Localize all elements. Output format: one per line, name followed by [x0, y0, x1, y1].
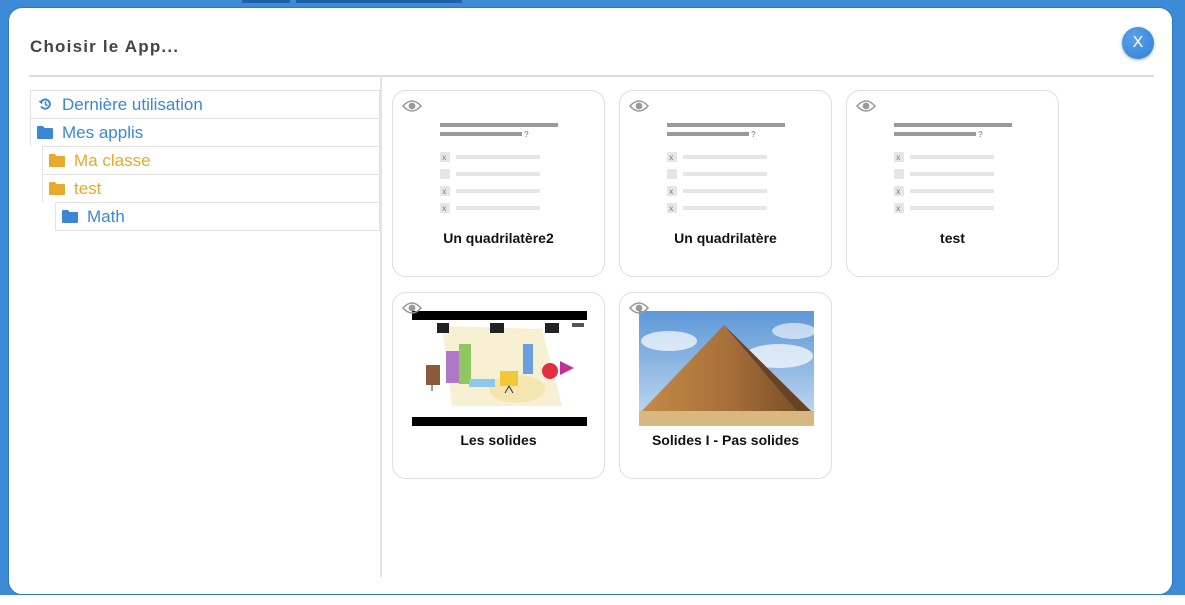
app-name: Un quadrilatère2	[443, 230, 554, 246]
svg-text:?: ?	[524, 130, 529, 139]
tree-item-label: Dernière utilisation	[62, 95, 203, 114]
tree-item-ma-classe[interactable]: Ma classe	[42, 146, 380, 174]
folder-icon	[49, 154, 65, 167]
svg-text:?: ?	[978, 130, 983, 139]
app-card[interactable]: Solides I - Pas solides	[619, 292, 832, 479]
tree-item-mes-applis[interactable]: Mes applis	[30, 118, 380, 146]
tree-item-label: Mes applis	[62, 123, 144, 142]
eye-icon[interactable]	[402, 99, 422, 113]
quiz-thumbnail: ? x x x	[667, 123, 785, 213]
tree-item-label: Math	[87, 207, 125, 226]
quiz-thumbnail: ? x x x	[894, 123, 1012, 213]
svg-text:x: x	[442, 204, 446, 213]
app-name: Les solides	[460, 432, 537, 448]
background-footer	[0, 595, 1185, 605]
dialog-title: Choisir le App...	[30, 37, 180, 56]
solids-video-thumbnail	[412, 311, 587, 426]
svg-text:x: x	[442, 153, 446, 162]
panel-divider	[380, 77, 382, 577]
folder-icon	[37, 126, 53, 139]
app-card[interactable]: ? x x x Un quadrilatère2	[392, 90, 605, 277]
app-picker-dialog: Choisir le App... X Dernière utilisation…	[8, 7, 1173, 595]
tree-item-label: test	[74, 179, 102, 198]
header-divider	[29, 75, 1154, 77]
eye-icon[interactable]	[402, 301, 422, 315]
tree-item-recent[interactable]: Dernière utilisation	[30, 90, 380, 118]
history-icon	[38, 98, 51, 110]
tree-item-label: Ma classe	[74, 151, 151, 170]
pyramid-photo-thumbnail	[639, 311, 814, 426]
folder-tree: Dernière utilisation Mes applis Ma class…	[30, 90, 380, 231]
svg-text:x: x	[669, 204, 673, 213]
svg-text:x: x	[896, 153, 900, 162]
tree-item-math[interactable]: Math	[55, 202, 380, 231]
svg-text:x: x	[896, 187, 900, 196]
svg-text:x: x	[442, 187, 446, 196]
eye-icon[interactable]	[629, 99, 649, 113]
app-card[interactable]: Les solides	[392, 292, 605, 479]
app-name: test	[940, 230, 965, 246]
eye-icon[interactable]	[856, 99, 876, 113]
folder-icon	[49, 182, 65, 195]
svg-text:x: x	[669, 187, 673, 196]
quiz-thumbnail: ? x x x	[440, 123, 558, 213]
app-card[interactable]: ? x x x Un quadrilatère	[619, 90, 832, 277]
background-tab	[296, 0, 462, 3]
app-name: Solides I - Pas solides	[651, 432, 800, 448]
close-button[interactable]: X	[1122, 27, 1154, 59]
svg-text:?: ?	[751, 130, 756, 139]
svg-text:x: x	[896, 204, 900, 213]
tree-item-test[interactable]: test	[42, 174, 380, 202]
folder-icon	[62, 210, 78, 223]
svg-text:x: x	[669, 153, 673, 162]
eye-icon[interactable]	[629, 301, 649, 315]
app-name: Un quadrilatère	[674, 230, 777, 246]
background-tab	[242, 0, 290, 3]
app-card[interactable]: ? x x x test	[846, 90, 1059, 277]
